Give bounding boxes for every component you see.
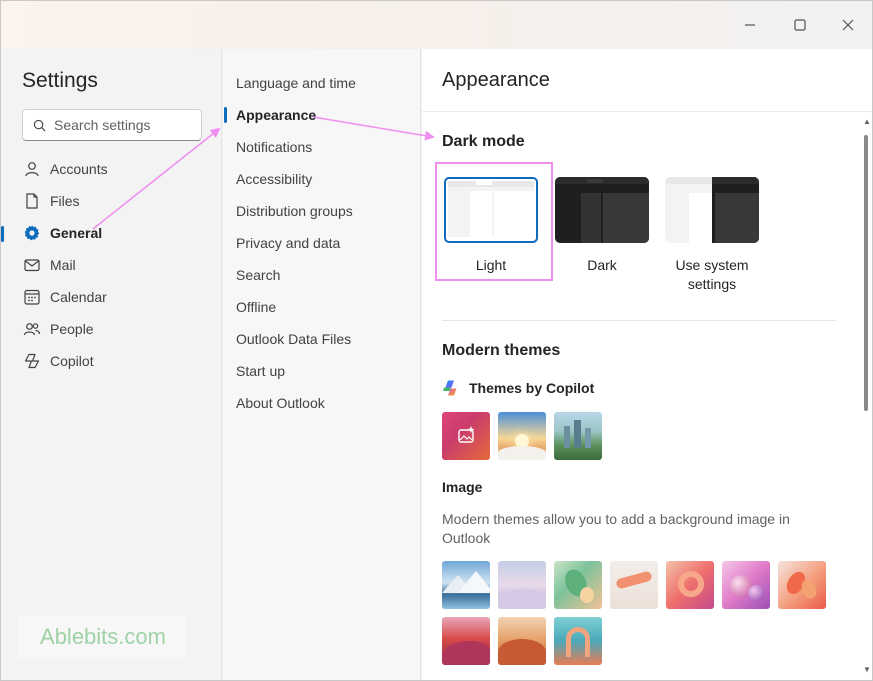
person-icon (25, 162, 39, 177)
subnav-item-distribution-groups[interactable]: Distribution groups (223, 195, 420, 227)
nav-item-label: Mail (50, 257, 76, 273)
mode-label: Dark (587, 257, 617, 273)
image-heading: Image (442, 479, 483, 495)
maximize-button[interactable] (785, 10, 815, 40)
title-bar (1, 1, 872, 49)
nav-item-label: Copilot (50, 353, 94, 369)
mode-label: Use system settings (675, 257, 749, 292)
subnav-item-accessibility[interactable]: Accessibility (223, 163, 420, 195)
copilot-themes-label: Themes by Copilot (469, 380, 595, 396)
image-theme-petals[interactable] (778, 561, 826, 609)
dark-mode-heading: Dark mode (442, 133, 525, 150)
nav-item-mail[interactable]: Mail (11, 250, 211, 280)
dark-preview (555, 177, 649, 243)
image-description: Modern themes allow you to add a backgro… (442, 511, 790, 546)
nav-item-accounts[interactable]: Accounts (11, 154, 211, 184)
subnav-item-offline[interactable]: Offline (223, 291, 420, 323)
subnav-item-language[interactable]: Language and time (223, 67, 420, 99)
page-title: Appearance (442, 69, 550, 91)
selection-indicator (1, 226, 4, 242)
subnav-item-data-files[interactable]: Outlook Data Files (223, 323, 420, 355)
subnav-item-notifications[interactable]: Notifications (223, 131, 420, 163)
close-icon (842, 19, 854, 31)
divider (422, 111, 872, 112)
image-theme-swirl[interactable] (666, 561, 714, 609)
nav-item-label: Accounts (50, 161, 108, 177)
nav-item-label: People (50, 321, 94, 337)
selection-indicator (224, 107, 227, 123)
nav-item-label: Files (50, 193, 80, 209)
copilot-theme-create[interactable] (442, 412, 490, 460)
search-box[interactable] (22, 109, 202, 141)
appearance-panel: Appearance Dark mode Light Dark Use syst… (422, 49, 872, 680)
scroll-up-arrow-icon[interactable]: ▲ (863, 118, 871, 126)
scroll-thumb[interactable] (864, 135, 868, 411)
general-subnav: Language and time Appearance Notificatio… (223, 49, 421, 680)
gear-icon (24, 225, 40, 241)
nav-item-people[interactable]: People (11, 314, 211, 344)
image-theme-desert[interactable] (498, 617, 546, 665)
nav-item-copilot[interactable]: Copilot (11, 346, 211, 376)
subnav-item-startup[interactable]: Start up (223, 355, 420, 387)
subnav-item-privacy[interactable]: Privacy and data (223, 227, 420, 259)
settings-title: Settings (22, 69, 98, 92)
image-theme-dunes[interactable] (498, 561, 546, 609)
nav-item-calendar[interactable]: Calendar (11, 282, 211, 312)
nav-item-label: General (50, 225, 103, 241)
theme-option-dark[interactable]: Dark (555, 177, 649, 273)
copilot-theme-sunrise[interactable] (498, 412, 546, 460)
maximize-icon (794, 19, 806, 31)
scroll-down-arrow-icon[interactable]: ▼ (863, 666, 871, 674)
ablebits-logo: Ablebits.com (19, 615, 187, 659)
system-preview (665, 177, 759, 243)
nav-item-general[interactable]: General (1, 218, 211, 248)
subnav-item-appearance[interactable]: Appearance (223, 99, 420, 131)
calendar-icon (24, 289, 40, 305)
settings-nav: Settings Accounts Files General Mail Cal… (1, 49, 222, 680)
mail-icon (24, 259, 40, 272)
minimize-icon (745, 24, 755, 26)
close-button[interactable] (833, 10, 863, 40)
copilot-color-icon (443, 380, 457, 396)
subnav-item-about[interactable]: About Outlook (223, 387, 420, 419)
image-theme-spheres[interactable] (722, 561, 770, 609)
section-divider (442, 320, 836, 321)
copilot-icon (24, 353, 40, 369)
subnav-item-search[interactable]: Search (223, 259, 420, 291)
file-icon (26, 193, 38, 209)
nav-item-files[interactable]: Files (11, 186, 211, 216)
themes-by-copilot: Themes by Copilot (442, 379, 594, 397)
minimize-button[interactable] (735, 10, 765, 40)
image-theme-red-hills[interactable] (442, 617, 490, 665)
image-theme-abstract-light[interactable] (610, 561, 658, 609)
people-icon (23, 323, 41, 336)
image-sparkle-icon (458, 426, 475, 443)
image-theme-arch[interactable] (554, 617, 602, 665)
theme-option-system[interactable]: Use system settings (665, 177, 759, 292)
settings-window: Settings Accounts Files General Mail Cal… (0, 0, 873, 681)
copilot-theme-city[interactable] (554, 412, 602, 460)
image-theme-leaf[interactable] (554, 561, 602, 609)
subnav-item-label: Appearance (236, 107, 317, 123)
nav-item-label: Calendar (50, 289, 107, 305)
light-mode-highlight (435, 162, 553, 281)
content-scrollbar[interactable]: ▲ ▼ (863, 118, 871, 679)
search-icon (33, 119, 46, 131)
search-input[interactable] (54, 117, 184, 133)
image-theme-mountains[interactable] (442, 561, 490, 609)
modern-themes-heading: Modern themes (442, 342, 561, 359)
